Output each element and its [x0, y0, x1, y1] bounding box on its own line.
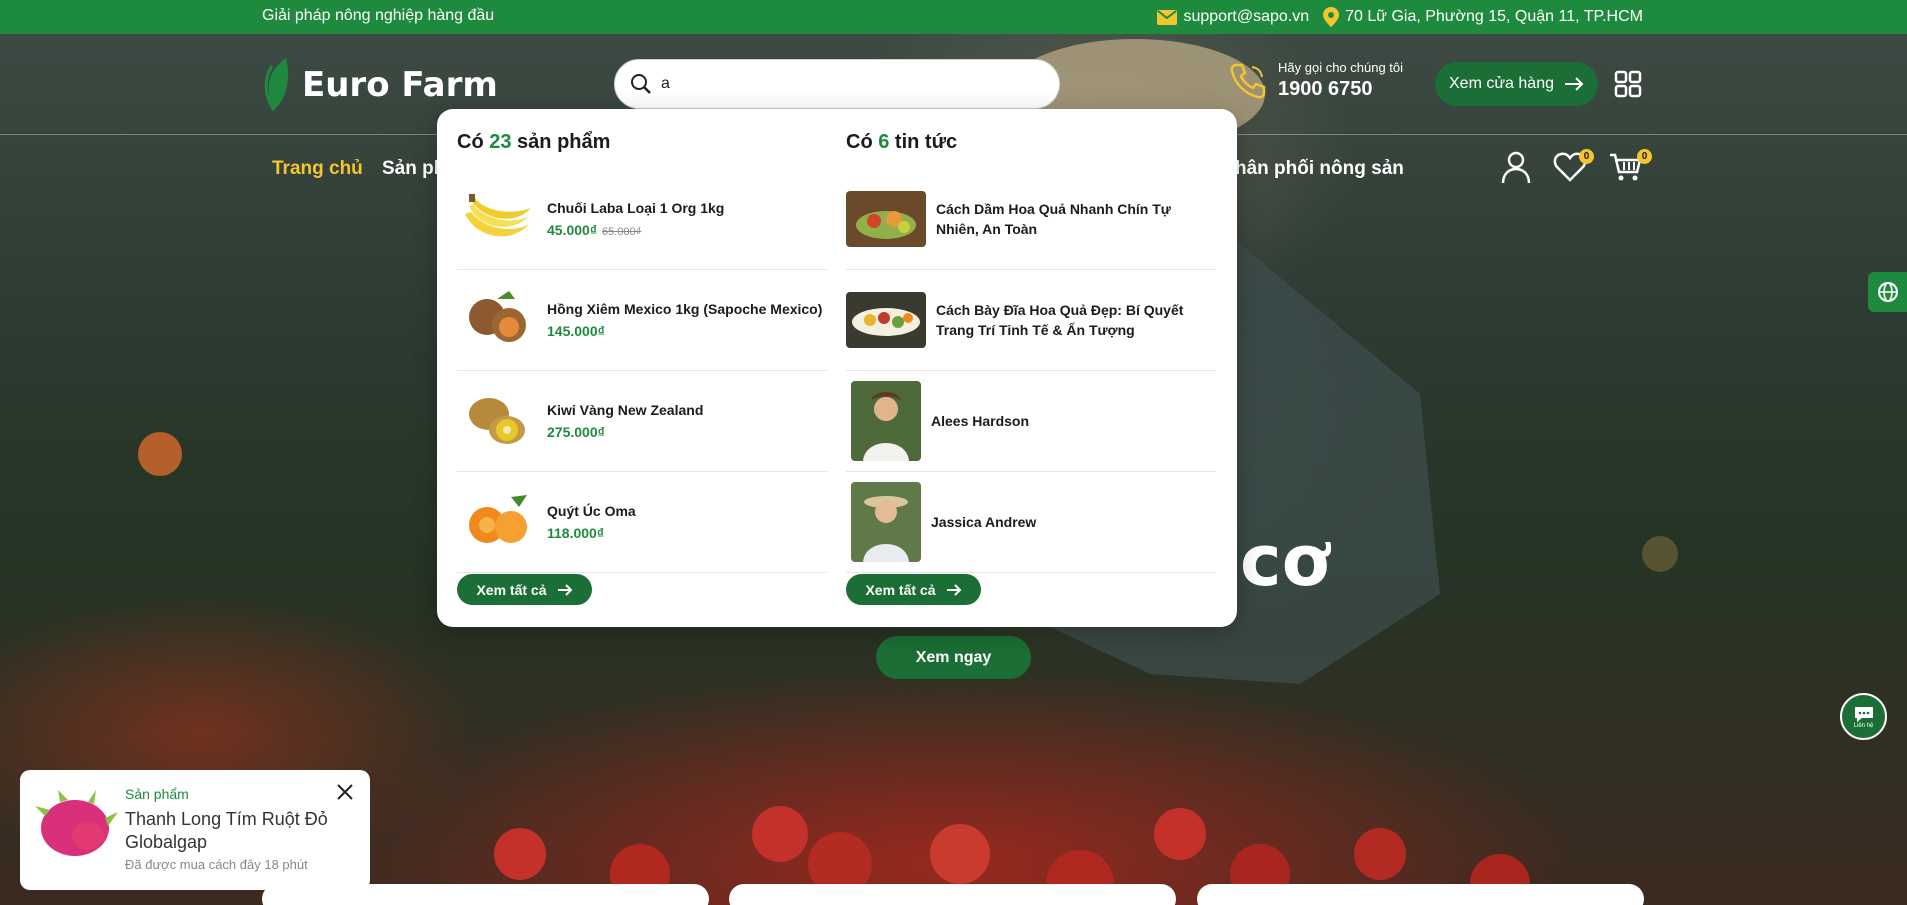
nav-products[interactable]: Sản ph: [382, 158, 445, 180]
see-all-news-label: Xem tất cả: [865, 581, 936, 598]
feature-card: [262, 884, 709, 905]
sapodilla-image: [457, 285, 537, 355]
wishlist-button[interactable]: 0: [1553, 149, 1594, 182]
heading-prefix: Có: [846, 131, 873, 153]
product-title: Kiwi Vàng New Zealand: [547, 402, 704, 418]
product-result-item[interactable]: Kiwi Vàng New Zealand 275.000₫: [457, 371, 827, 472]
search-input[interactable]: [661, 75, 1021, 93]
see-all-news-button[interactable]: Xem tất cả: [846, 574, 981, 605]
product-title: Chuối Laba Loại 1 Org 1kg: [547, 200, 725, 216]
news-results-heading: Có 6 tin tức: [846, 131, 1216, 159]
product-old-price: 65.000₫: [602, 226, 642, 238]
product-price: 45.000₫: [547, 222, 598, 238]
user-icon[interactable]: [1500, 150, 1532, 184]
arrow-right-icon: [557, 583, 572, 596]
hero-heading-fragment: cơ: [1240, 520, 1330, 602]
feature-card: [729, 884, 1176, 905]
chat-icon: [1854, 706, 1873, 722]
hotline[interactable]: Hãy gọi cho chúng tôi 1900 6750: [1228, 60, 1403, 101]
news-result-item[interactable]: Alees Hardson: [846, 371, 1216, 472]
product-price: 145.000₫: [547, 323, 605, 339]
arrow-right-icon: [946, 583, 961, 596]
search-icon[interactable]: [629, 72, 653, 96]
see-all-products-button[interactable]: Xem tất cả: [457, 574, 592, 605]
product-result-item[interactable]: Hồng Xiêm Mexico 1kg (Sapoche Mexico) 14…: [457, 270, 827, 371]
popup-time: Đã được mua cách đây 18 phút: [125, 857, 308, 872]
logo[interactable]: Euro Farm: [262, 56, 498, 114]
news-title: Cách Bày Đĩa Hoa Quả Đẹp: Bí Quyết Trang…: [936, 302, 1184, 338]
view-store-label: Xem cửa hàng: [1449, 75, 1554, 92]
search-results-dropdown: Có 23 sản phẩm Chuối Laba Loại 1 Org 1kg…: [437, 109, 1237, 627]
product-result-item[interactable]: Chuối Laba Loại 1 Org 1kg 45.000₫ 65.000₫: [457, 169, 827, 270]
logo-text: Euro Farm: [302, 65, 498, 105]
popup-category: Sản phẩm: [125, 786, 189, 802]
view-store-button[interactable]: Xem cửa hàng: [1435, 62, 1598, 106]
product-title: Quýt Úc Oma: [547, 503, 636, 519]
nav-distribution[interactable]: hân phối nông sản: [1235, 158, 1404, 180]
hotline-label: Hãy gọi cho chúng tôi: [1278, 60, 1404, 75]
author-photo: [851, 482, 921, 562]
hotline-number: 1900 6750: [1278, 78, 1373, 100]
product-result-item[interactable]: Quýt Úc Oma 118.000₫: [457, 472, 827, 573]
news-result-item[interactable]: Cách Bày Đĩa Hoa Quả Đẹp: Bí Quyết Trang…: [846, 270, 1216, 371]
nav-home[interactable]: Trang chủ: [272, 158, 363, 180]
news-count: 6: [878, 131, 890, 153]
news-title: Alees Hardson: [931, 413, 1030, 429]
popup-product-name[interactable]: Thanh Long Tím Ruột Đỏ Globalgap: [125, 808, 355, 854]
mail-icon: [1157, 9, 1178, 25]
dragon-fruit-image: [35, 790, 118, 856]
email-link[interactable]: support@sapo.vn: [1157, 8, 1309, 26]
recent-purchase-popup[interactable]: Sản phẩm Thanh Long Tím Ruột Đỏ Globalga…: [18, 765, 370, 890]
leaf-logo-icon: [264, 58, 289, 111]
news-thumbnail: [846, 191, 926, 247]
chat-label: Liên hệ: [1853, 722, 1874, 729]
news-title: Cách Dầm Hoa Quả Nhanh Chín Tự Nhiên, An…: [936, 201, 1171, 237]
address-link[interactable]: 70 Lữ Gia, Phường 15, Quận 11, TP.HCM: [1323, 7, 1643, 27]
feature-card: [1197, 884, 1644, 905]
product-results-heading: Có 23 sản phẩm: [457, 131, 827, 159]
address-text: 70 Lữ Gia, Phường 15, Quận 11, TP.HCM: [1345, 8, 1643, 25]
close-icon[interactable]: [336, 783, 354, 801]
top-contact: support@sapo.vn 70 Lữ Gia, Phường 15, Qu…: [1157, 7, 1643, 27]
language-button[interactable]: [1868, 272, 1907, 312]
cart-button[interactable]: 0: [1609, 149, 1652, 182]
map-pin-icon: [1323, 7, 1340, 27]
hero-cta-button[interactable]: Xem ngay: [876, 636, 1031, 679]
product-price: 118.000₫: [547, 525, 605, 541]
news-results: Có 6 tin tức Cách Dầm Hoa Quả Nhanh Chín…: [846, 131, 1216, 573]
cart-count-badge: 0: [1637, 149, 1652, 164]
author-photo: [851, 381, 921, 461]
see-all-products-label: Xem tất cả: [476, 581, 547, 598]
news-title: Jassica Andrew: [931, 514, 1037, 530]
heading-suffix: tin tức: [894, 131, 958, 153]
news-result-item[interactable]: Jassica Andrew: [846, 472, 1216, 573]
tagline: Giải pháp nông nghiệp hàng đầu: [262, 7, 495, 24]
heading-suffix: sản phẩm: [517, 131, 611, 153]
news-thumbnail: [846, 292, 926, 348]
search-box[interactable]: [614, 59, 1060, 109]
kiwi-image: [457, 386, 537, 456]
mandarin-image: [457, 487, 537, 557]
grid-menu-icon[interactable]: [1614, 70, 1642, 98]
globe-icon: [1877, 282, 1898, 302]
arrow-right-icon: [1565, 77, 1584, 91]
product-price: 275.000₫: [547, 424, 605, 440]
wishlist-count-badge: 0: [1579, 149, 1594, 164]
email-text: support@sapo.vn: [1183, 8, 1310, 25]
phone-icon: [1230, 63, 1266, 98]
heading-prefix: Có: [457, 131, 484, 153]
banana-image: [457, 184, 537, 254]
top-bar: Giải pháp nông nghiệp hàng đầu support@s…: [0, 0, 1907, 34]
product-title: Hồng Xiêm Mexico 1kg (Sapoche Mexico): [547, 301, 823, 317]
product-count: 23: [489, 131, 512, 153]
product-results: Có 23 sản phẩm Chuối Laba Loại 1 Org 1kg…: [457, 131, 827, 573]
news-result-item[interactable]: Cách Dầm Hoa Quả Nhanh Chín Tự Nhiên, An…: [846, 169, 1216, 270]
chat-contact-button[interactable]: Liên hệ: [1840, 693, 1887, 740]
